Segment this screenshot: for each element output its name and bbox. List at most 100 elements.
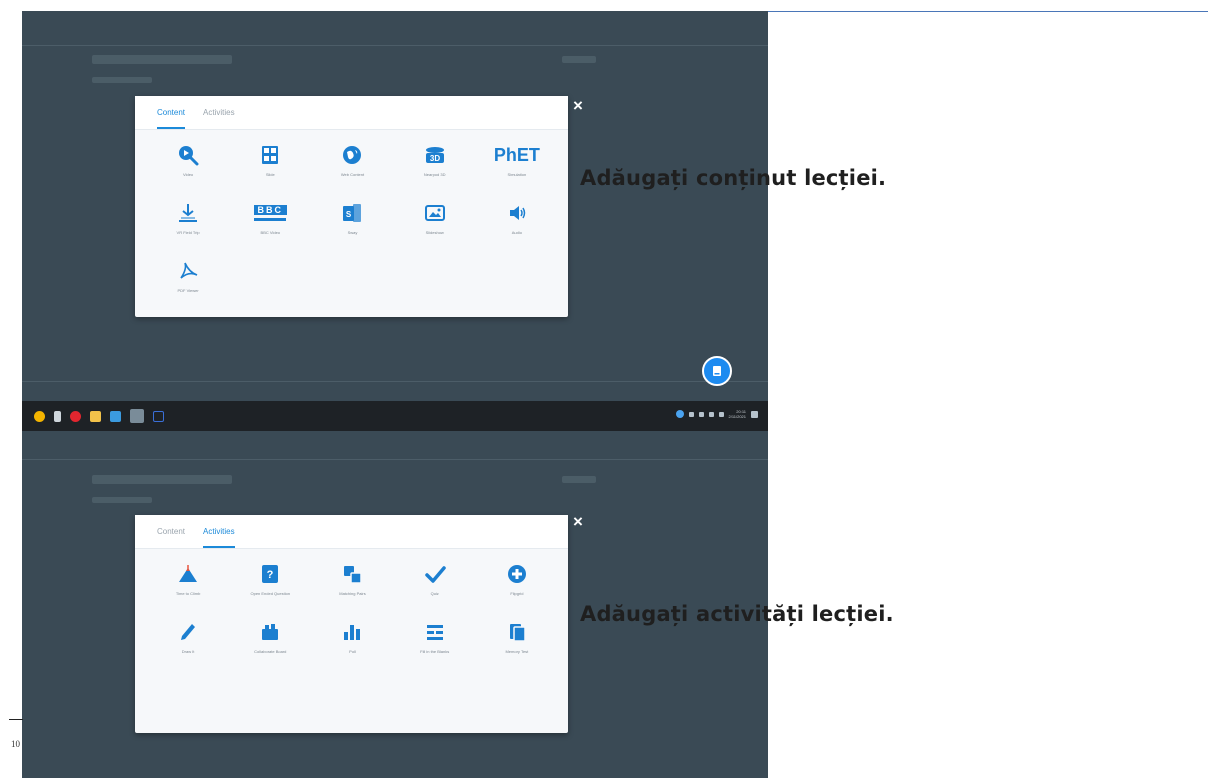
content-screenshot-panel: Content Activities Video Slide Web Conte… — [22, 11, 768, 401]
tile-time-to-climb[interactable]: Time to Climb — [147, 563, 229, 611]
tray-icon[interactable] — [708, 411, 714, 417]
3d-icon: 3D — [424, 144, 446, 166]
slide-icon — [259, 144, 281, 166]
globe-icon — [341, 144, 363, 166]
network-icon[interactable] — [675, 410, 684, 418]
page-icon — [713, 366, 721, 376]
tile-label: Slide — [265, 172, 275, 177]
tile-open-ended-question[interactable]: ? Open Ended Question — [229, 563, 311, 611]
bbc-logo-text: BBC — [253, 205, 288, 215]
tray-icon[interactable] — [688, 411, 694, 417]
tile-label: PDF Viewer — [177, 288, 199, 293]
tile-label: Sway — [347, 230, 358, 235]
divider — [22, 45, 768, 46]
app-icon[interactable] — [130, 409, 144, 423]
tile-label: Matching Pairs — [339, 591, 366, 596]
monitor-icon[interactable] — [110, 410, 121, 422]
board-icon — [259, 621, 281, 643]
pencil-icon — [177, 621, 199, 643]
tile-quiz[interactable]: Quiz — [394, 563, 476, 611]
audio-icon — [506, 202, 528, 224]
activities-caption: Adăugați activități lecției. — [580, 602, 894, 626]
blurred-subtitle — [92, 77, 152, 83]
tray-icon[interactable] — [698, 411, 704, 417]
tile-slideshow[interactable]: Slideshow — [394, 202, 476, 250]
tile-sway[interactable]: S Sway — [311, 202, 393, 250]
terminal-icon[interactable] — [153, 410, 164, 422]
blurred-action — [562, 476, 596, 483]
tile-fill-in-the-blanks[interactable]: Fill in the Blanks — [394, 621, 476, 669]
page-number: 10 — [11, 739, 20, 749]
tile-web-content[interactable]: Web Content — [311, 144, 393, 192]
poll-icon — [341, 621, 363, 643]
tab-content[interactable]: Content — [157, 108, 186, 129]
tile-matching-pairs[interactable]: Matching Pairs — [311, 563, 393, 611]
clock[interactable]: 20:11 2/11/2021 — [729, 409, 747, 419]
chrome-icon[interactable] — [34, 410, 45, 422]
tile-simulation[interactable]: PhET Simulation — [476, 144, 558, 192]
divider — [22, 381, 768, 382]
notification-icon[interactable] — [751, 410, 758, 418]
flipgrid-icon — [506, 563, 528, 585]
phet-icon: PhET — [494, 144, 540, 166]
tab-activities[interactable]: Activities — [203, 527, 235, 548]
volume-icon[interactable] — [718, 411, 724, 417]
svg-text:3D: 3D — [430, 154, 440, 163]
content-caption: Adăugați conținut lecției. — [580, 166, 887, 190]
folder-icon[interactable] — [90, 410, 101, 422]
bbc-icon: BBC — [253, 202, 288, 224]
tile-label: Flipgrid — [510, 591, 524, 596]
slideshow-icon — [424, 202, 446, 224]
file-icon[interactable] — [54, 410, 61, 422]
svg-text:?: ? — [267, 569, 274, 581]
fill-blanks-icon — [424, 621, 446, 643]
tile-label: Open Ended Question — [250, 591, 291, 596]
tile-audio[interactable]: Audio — [476, 202, 558, 250]
sway-icon: S — [341, 202, 363, 224]
opera-icon[interactable] — [70, 410, 81, 422]
close-icon[interactable]: × — [573, 513, 583, 530]
tile-slide[interactable]: Slide — [229, 144, 311, 192]
clock-date: 2/11/2021 — [728, 414, 747, 419]
tab-activities[interactable]: Activities — [203, 108, 235, 129]
field-trip-icon — [177, 202, 199, 224]
question-icon: ? — [259, 563, 281, 585]
tile-label: Simulation — [507, 172, 527, 177]
floating-action-button[interactable] — [702, 356, 732, 386]
tile-poll[interactable]: Poll — [311, 621, 393, 669]
dialog-tabs: Content Activities — [135, 515, 568, 549]
activity-tile-grid: Time to Climb ? Open Ended Question Matc… — [135, 549, 568, 669]
tile-collaborate-board[interactable]: Collaborate Board — [229, 621, 311, 669]
tile-label: Fill in the Blanks — [420, 649, 450, 654]
add-activity-dialog: Content Activities Time to Climb ? Open … — [135, 515, 568, 733]
tile-vr-field-trip[interactable]: VR Field Trip — [147, 202, 229, 250]
tile-label: Quiz — [430, 591, 439, 596]
blurred-action — [562, 56, 596, 63]
system-tray: 20:11 2/11/2021 — [675, 409, 758, 419]
blurred-lesson-title — [92, 475, 232, 484]
tab-content[interactable]: Content — [157, 527, 185, 548]
tile-nearpod-3d[interactable]: 3D Nearpod 3D — [394, 144, 476, 192]
phet-logo-text: PhET — [493, 144, 540, 165]
close-icon[interactable]: × — [573, 97, 583, 114]
tile-label: Web Content — [340, 172, 365, 177]
bbc-underline — [254, 218, 287, 221]
tile-memory-test[interactable]: Memory Test — [476, 621, 558, 669]
add-content-dialog: Content Activities Video Slide Web Conte… — [135, 96, 568, 317]
footnote-rule — [9, 719, 23, 720]
video-search-icon — [177, 144, 199, 166]
tile-label: Video — [183, 172, 194, 177]
tile-bbc-video[interactable]: BBC BBC Video — [229, 202, 311, 250]
tile-flipgrid[interactable]: Flipgrid — [476, 563, 558, 611]
mountain-icon — [177, 563, 199, 585]
divider — [22, 459, 768, 460]
tile-label: Poll — [349, 649, 356, 654]
tile-video[interactable]: Video — [147, 144, 229, 192]
tile-pdf-viewer[interactable]: PDF Viewer — [147, 260, 229, 308]
tile-label: Nearpod 3D — [423, 172, 446, 177]
header-rule — [768, 11, 1208, 12]
tile-draw-it[interactable]: Draw It — [147, 621, 229, 669]
tile-label: Memory Test — [505, 649, 529, 654]
blurred-subtitle — [92, 497, 152, 503]
memory-icon — [506, 621, 528, 643]
